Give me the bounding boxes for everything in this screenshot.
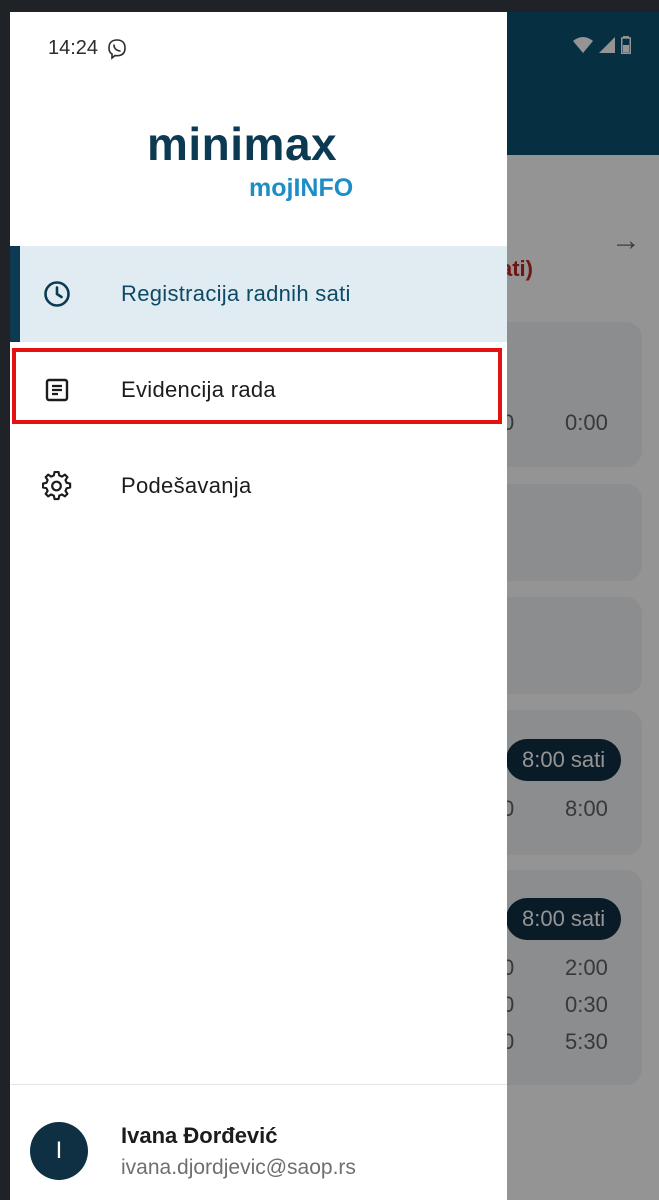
highlight-box	[12, 348, 502, 424]
clock-icon	[42, 279, 72, 309]
status-time: 14:24	[48, 37, 99, 59]
minimax-logo: minimax mojINFO	[147, 118, 377, 202]
viber-icon	[106, 38, 128, 60]
avatar[interactable]: I	[30, 1122, 88, 1180]
user-email: ivana.djordjevic@saop.rs	[121, 1156, 356, 1179]
gear-icon	[42, 471, 72, 501]
active-indicator	[10, 246, 20, 342]
menu-item-label: Registracija radnih sati	[121, 281, 351, 306]
user-name: Ivana Đorđević	[121, 1123, 278, 1148]
logo-wordmark: minimax	[147, 118, 338, 170]
device-frame-left	[0, 0, 10, 1200]
divider	[10, 1084, 507, 1085]
menu-item-podesavanja[interactable]: Podešavanja	[10, 438, 507, 534]
menu-item-registracija[interactable]: Registracija radnih sati	[10, 246, 507, 342]
device-frame-top	[0, 0, 659, 12]
status-bar: 14:24	[48, 37, 128, 60]
navigation-drawer: 14:24 minimax mojINFO Registracija radni…	[10, 12, 507, 1200]
menu-item-label: Podešavanja	[121, 473, 252, 498]
logo-subtitle: mojINFO	[249, 174, 354, 202]
